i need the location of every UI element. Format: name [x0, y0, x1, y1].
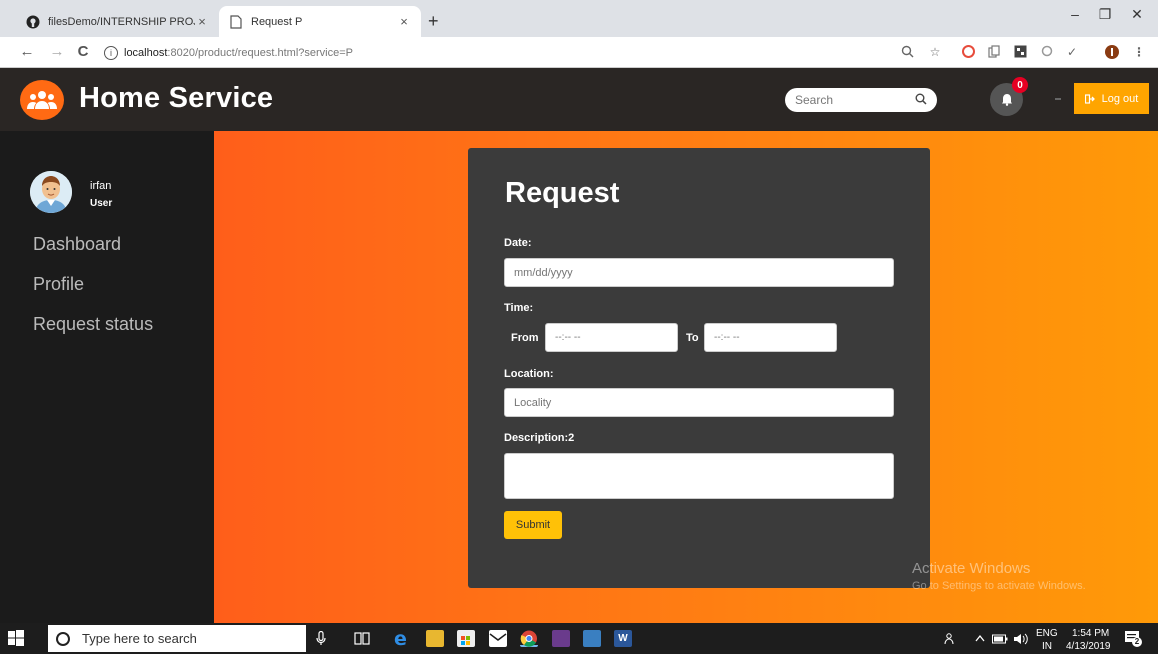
taskbar-search-box[interactable]: Type here to search: [48, 625, 306, 652]
chrome-icon[interactable]: [520, 630, 538, 647]
description-textarea[interactable]: [504, 453, 894, 499]
mail-icon[interactable]: [489, 630, 507, 647]
volume-icon[interactable]: [1013, 633, 1029, 645]
activation-watermark-text: Go to Settings to activate Windows.: [912, 580, 1086, 592]
file-explorer-icon[interactable]: [426, 630, 444, 647]
logo[interactable]: [20, 80, 64, 120]
zoom-icon[interactable]: [900, 45, 914, 59]
time-to-input[interactable]: [704, 323, 837, 352]
tab-title: filesDemo/INTERNSHIP PROJECT: [48, 15, 195, 28]
app-game-icon[interactable]: [552, 630, 570, 647]
browser-tab-strip: filesDemo/INTERNSHIP PROJECT × Request P…: [0, 0, 1158, 37]
task-view-icon[interactable]: [354, 631, 370, 646]
close-window-button[interactable]: ✕: [1122, 6, 1152, 23]
svg-text:e: e: [394, 630, 407, 647]
check-icon[interactable]: ✓: [1065, 45, 1079, 59]
close-icon[interactable]: ×: [195, 14, 209, 29]
extension-red-icon[interactable]: [961, 45, 975, 59]
submit-button[interactable]: Submit: [504, 511, 562, 539]
sidebar-item-request-status[interactable]: Request status: [33, 314, 153, 335]
users-icon: [27, 91, 57, 109]
forward-button[interactable]: →: [48, 43, 66, 61]
location-input[interactable]: [504, 388, 894, 417]
microphone-icon[interactable]: [316, 631, 326, 646]
bookmark-star-icon[interactable]: ☆: [928, 45, 942, 59]
word-icon[interactable]: W: [614, 630, 632, 647]
battery-icon[interactable]: [992, 634, 1008, 644]
time-label: Time:: [504, 302, 534, 314]
address-bar[interactable]: i localhost:8020/product/request.html?se…: [104, 42, 874, 64]
search-icon[interactable]: [915, 93, 927, 108]
back-button[interactable]: ←: [18, 43, 36, 61]
sidebar-item-profile[interactable]: Profile: [33, 274, 84, 295]
time-from-input[interactable]: [545, 323, 678, 352]
search-input[interactable]: [795, 93, 905, 107]
sidebar: irfan User Dashboard Profile Request sta…: [0, 131, 214, 623]
notification-count: 2: [1132, 637, 1142, 647]
user-name: irfan: [90, 180, 112, 192]
search-box: [785, 88, 937, 112]
url-path: :8020/product/request.html?service=P: [167, 47, 353, 59]
extension-box-icon[interactable]: [1013, 45, 1027, 59]
profile-avatar-icon[interactable]: [1105, 45, 1119, 59]
taskbar-search-placeholder: Type here to search: [82, 631, 197, 646]
sign-out-icon: [1084, 93, 1095, 104]
close-icon[interactable]: ×: [397, 14, 411, 29]
date-input[interactable]: [504, 258, 894, 287]
logout-label: Log out: [1101, 92, 1139, 105]
windows-start-icon[interactable]: [8, 630, 24, 646]
cortana-icon: [56, 631, 70, 646]
minimize-button[interactable]: –: [1060, 6, 1090, 22]
info-icon[interactable]: i: [104, 46, 118, 60]
extension-copy-icon[interactable]: [987, 45, 1001, 59]
location-label: Location:: [504, 368, 554, 380]
brand-title[interactable]: Home Service: [79, 82, 273, 115]
to-label: To: [686, 332, 699, 344]
notification-badge: 0: [1012, 77, 1028, 93]
browser-toolbar: ← → C i localhost:8020/product/request.h…: [0, 37, 1158, 68]
people-icon[interactable]: [944, 633, 958, 645]
restore-button[interactable]: ❐: [1090, 6, 1120, 23]
request-form-card: Request Date: Time: From To Location: De…: [468, 148, 930, 588]
action-center-button[interactable]: 2: [1124, 630, 1142, 647]
tab-title: Request P: [251, 15, 303, 28]
new-tab-button[interactable]: +: [428, 12, 439, 30]
description-label: Description:2: [504, 432, 575, 444]
reload-button[interactable]: C: [74, 43, 92, 61]
url-host: localhost: [124, 47, 168, 59]
extension-circle-icon[interactable]: [1040, 45, 1054, 59]
region-indicator: IN: [1042, 641, 1052, 652]
page-icon: [229, 14, 243, 29]
edge-icon[interactable]: e: [393, 628, 411, 650]
sidebar-item-dashboard[interactable]: Dashboard: [33, 234, 121, 255]
clock-date[interactable]: 4/13/2019: [1066, 641, 1111, 652]
date-label: Date:: [504, 237, 532, 249]
bell-icon: [1001, 94, 1012, 106]
logout-button[interactable]: Log out: [1074, 83, 1149, 114]
activation-watermark-title: Activate Windows: [912, 560, 1031, 577]
clock-time[interactable]: 1:54 PM: [1072, 628, 1109, 639]
windows-taskbar: Type here to search e W ENG IN 1:54 PM 4…: [0, 623, 1158, 654]
github-icon: [26, 15, 40, 29]
user-role: User: [90, 198, 113, 209]
menu-icon[interactable]: ⋮: [1132, 45, 1146, 59]
browser-tab-github[interactable]: filesDemo/INTERNSHIP PROJECT ×: [16, 6, 219, 37]
avatar[interactable]: [30, 171, 72, 213]
chevron-up-icon[interactable]: [975, 634, 985, 642]
app-header: Home Service 0 Log out: [0, 68, 1158, 131]
main-content: Request Date: Time: From To Location: De…: [214, 131, 1158, 623]
browser-tab-request[interactable]: Request P ×: [219, 6, 421, 37]
photos-icon[interactable]: [583, 630, 601, 647]
form-title: Request: [505, 177, 620, 209]
language-indicator[interactable]: ENG: [1036, 628, 1058, 639]
from-label: From: [511, 332, 539, 344]
store-icon[interactable]: [457, 630, 475, 647]
dropdown-caret-icon[interactable]: [1055, 98, 1061, 100]
